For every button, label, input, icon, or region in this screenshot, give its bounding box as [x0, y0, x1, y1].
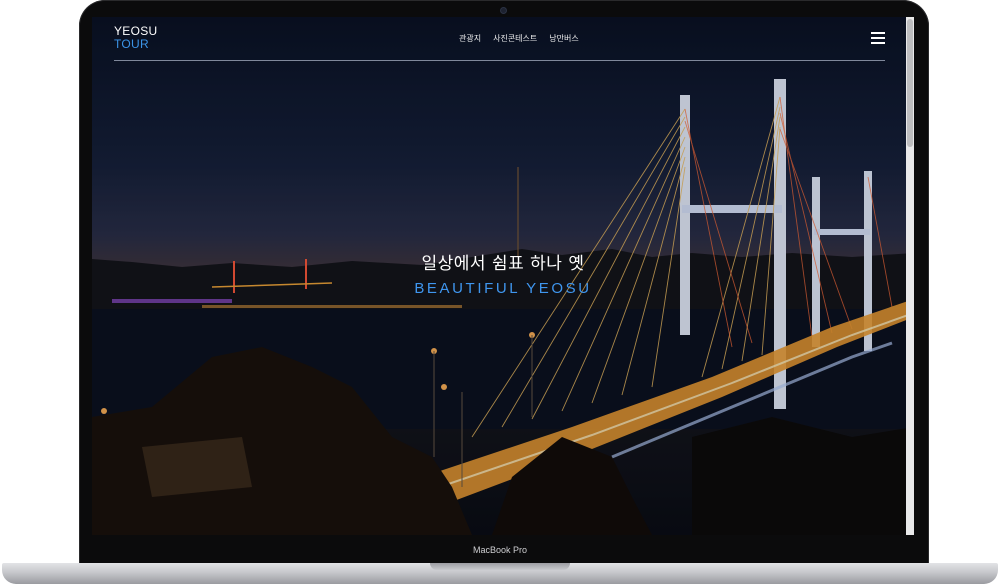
camera-icon: [501, 8, 506, 13]
hero-subtitle: BEAUTIFUL YEOSU: [414, 280, 592, 297]
main-nav: 관광지 사진콘테스트 낭만버스: [459, 33, 579, 44]
site-header: YEOSU TOUR 관광지 사진콘테스트 낭만버스: [92, 17, 914, 61]
hero-text: 일상에서 쉼표 하나 옛 BEAUTIFUL YEOSU: [92, 249, 914, 297]
menu-bar: [871, 37, 885, 39]
laptop-hinge-notch: [430, 563, 570, 570]
nav-item-photo-contest[interactable]: 사진콘테스트: [493, 33, 537, 44]
nav-item-romantic-bus[interactable]: 낭만버스: [549, 33, 578, 44]
menu-bar: [871, 32, 885, 34]
menu-bar: [871, 42, 885, 44]
header-divider: [114, 60, 885, 61]
vertical-scrollbar[interactable]: [906, 17, 914, 535]
hero-title: 일상에서 쉼표 하나 옛: [421, 254, 585, 274]
browser-viewport: YEOSU TOUR 관광지 사진콘테스트 낭만버스 일상에서 쉼표 하나 옛 …: [92, 17, 914, 535]
hamburger-menu-icon[interactable]: [871, 32, 885, 44]
site-logo[interactable]: YEOSU TOUR: [114, 25, 158, 51]
nav-item-attractions[interactable]: 관광지: [459, 33, 481, 44]
scrollbar-thumb[interactable]: [907, 19, 913, 147]
logo-line-2: TOUR: [114, 37, 149, 51]
device-label: MacBook Pro: [472, 545, 528, 555]
